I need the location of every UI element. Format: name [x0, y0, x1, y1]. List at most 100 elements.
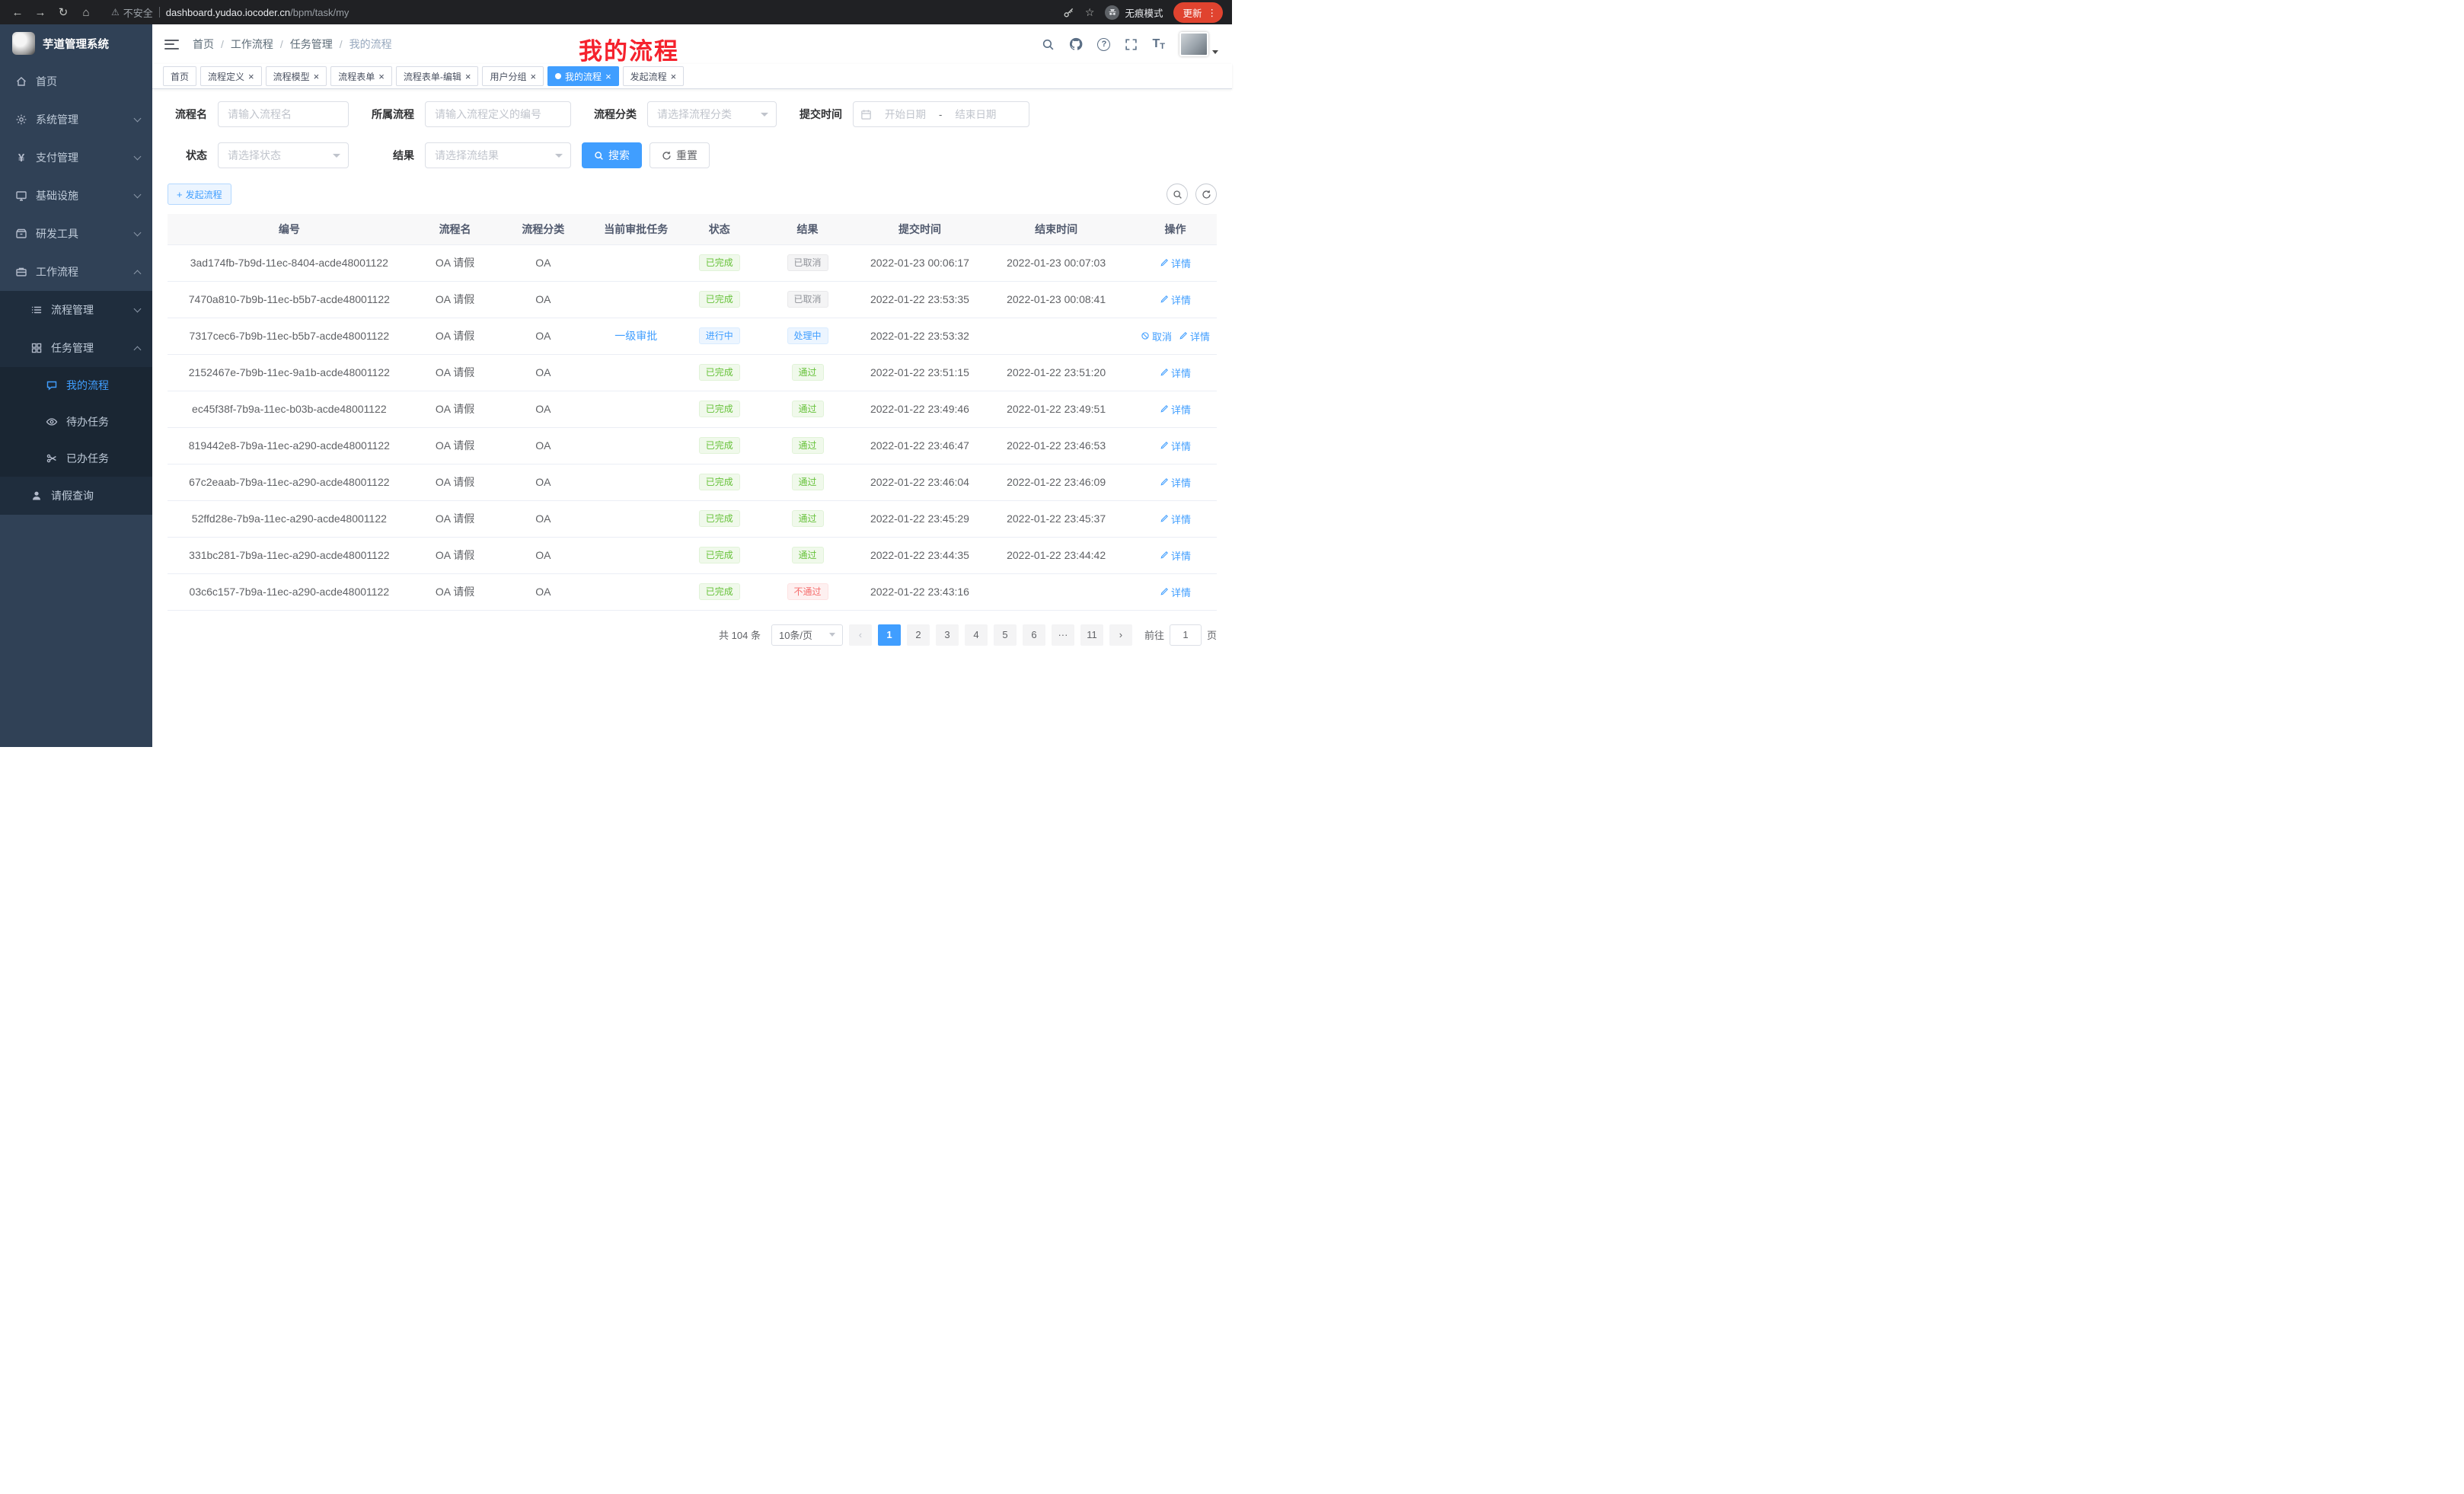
search-icon[interactable]	[1042, 38, 1055, 51]
prev-page-button[interactable]: ‹	[849, 624, 872, 646]
create-process-button[interactable]: + 发起流程	[168, 184, 231, 205]
detail-button[interactable]: 详情	[1160, 366, 1191, 380]
page-size-select[interactable]: 10条/页	[771, 624, 843, 646]
help-icon[interactable]: ?	[1097, 38, 1110, 51]
page-button-6[interactable]: 6	[1023, 624, 1045, 646]
tab-process-model[interactable]: 流程模型×	[266, 66, 327, 86]
detail-button[interactable]: 详情	[1160, 548, 1191, 563]
sidebar-item-devtools[interactable]: 研发工具	[0, 215, 152, 253]
close-icon[interactable]: ×	[605, 72, 611, 81]
tags-view-bar: 首页 流程定义× 流程模型× 流程表单× 流程表单-编辑× 用户分组× 我的流程…	[152, 64, 1232, 89]
sidebar-item-done-tasks[interactable]: 已办任务	[0, 440, 152, 477]
start-date-input[interactable]	[876, 109, 934, 120]
close-icon[interactable]: ×	[314, 72, 320, 81]
avatar	[1179, 32, 1208, 56]
tab-my-process-active[interactable]: 我的流程×	[547, 66, 619, 86]
sidebar-item-workflow[interactable]: 工作流程	[0, 253, 152, 291]
detail-button[interactable]: 详情	[1160, 585, 1191, 599]
goto-page-input[interactable]	[1170, 624, 1202, 646]
result-badge: 通过	[792, 364, 824, 381]
user-menu[interactable]	[1179, 32, 1218, 56]
page-button-1[interactable]: 1	[878, 624, 901, 646]
sidebar-item-payment[interactable]: ¥ 支付管理	[0, 139, 152, 177]
search-button[interactable]: 搜索	[582, 142, 642, 168]
bookmark-star-icon[interactable]: ☆	[1085, 6, 1095, 19]
browser-back-icon[interactable]: ←	[8, 2, 27, 22]
detail-button[interactable]: 详情	[1160, 292, 1191, 307]
sidebar-toggle-icon[interactable]	[164, 40, 179, 49]
close-icon[interactable]: ×	[378, 72, 385, 81]
breadcrumb: 首页 / 工作流程 / 任务管理 / 我的流程	[193, 37, 392, 52]
fullscreen-icon[interactable]	[1125, 38, 1138, 51]
sidebar-item-todo-tasks[interactable]: 待办任务	[0, 404, 152, 440]
detail-button[interactable]: 详情	[1160, 475, 1191, 490]
breadcrumb-separator: /	[221, 38, 224, 50]
browser-forward-icon[interactable]: →	[30, 2, 50, 22]
current-task-link[interactable]: 一级审批	[614, 330, 657, 342]
detail-button[interactable]: 详情	[1160, 512, 1191, 526]
end-date-input[interactable]	[946, 109, 1004, 120]
security-warning[interactable]: ⚠ 不安全	[111, 5, 153, 20]
next-page-button[interactable]: ›	[1109, 624, 1132, 646]
page-button-4[interactable]: 4	[965, 624, 988, 646]
page-annotation: 我的流程	[579, 32, 679, 66]
cancel-button[interactable]: 取消	[1141, 329, 1172, 343]
sidebar-item-system[interactable]: 系统管理	[0, 101, 152, 139]
breadcrumb-item[interactable]: 工作流程	[231, 37, 273, 52]
app-logo[interactable]: 芋道管理系统	[0, 24, 152, 62]
update-button[interactable]: 更新 ⋮	[1173, 2, 1223, 23]
result-badge: 通过	[792, 401, 824, 417]
page-button-5[interactable]: 5	[994, 624, 1017, 646]
breadcrumb-item[interactable]: 首页	[193, 37, 214, 52]
browser-home-icon[interactable]: ⌂	[76, 2, 96, 22]
tab-process-definition[interactable]: 流程定义×	[200, 66, 262, 86]
category-select-input[interactable]	[647, 101, 777, 127]
tab-process-form[interactable]: 流程表单×	[330, 66, 392, 86]
key-icon[interactable]	[1063, 7, 1074, 18]
close-icon[interactable]: ×	[671, 72, 677, 81]
address-bar[interactable]: ⚠ 不安全 dashboard.yudao.iocoder.cn/bpm/tas…	[99, 5, 1060, 20]
sidebar-item-home[interactable]: 首页	[0, 62, 152, 101]
detail-button[interactable]: 详情	[1179, 329, 1210, 343]
detail-button[interactable]: 详情	[1160, 402, 1191, 417]
sidebar-item-task-management[interactable]: 任务管理	[0, 329, 152, 367]
page-button-2[interactable]: 2	[907, 624, 930, 646]
plus-icon: +	[177, 189, 183, 200]
tab-initiate-process[interactable]: 发起流程×	[623, 66, 685, 86]
close-icon[interactable]: ×	[465, 72, 471, 81]
tab-user-group[interactable]: 用户分组×	[482, 66, 544, 86]
col-end-time: 结束时间	[978, 214, 1134, 244]
more-pages-button[interactable]: ···	[1052, 624, 1074, 646]
font-size-icon[interactable]: TT	[1152, 37, 1165, 51]
sidebar-item-my-process[interactable]: 我的流程	[0, 367, 152, 404]
github-icon[interactable]	[1069, 37, 1083, 51]
close-icon[interactable]: ×	[530, 72, 536, 81]
breadcrumb-item[interactable]: 任务管理	[290, 37, 333, 52]
incognito-icon	[1105, 5, 1119, 20]
parent-process-input[interactable]	[425, 101, 571, 127]
result-select	[425, 142, 571, 168]
app-title: 芋道管理系统	[43, 36, 109, 52]
page-url: dashboard.yudao.iocoder.cn/bpm/task/my	[166, 7, 349, 18]
result-select-input[interactable]	[425, 142, 571, 168]
date-range-picker[interactable]: -	[853, 101, 1029, 127]
status-select-input[interactable]	[218, 142, 349, 168]
browser-menu-icon[interactable]: ⋮	[1208, 7, 1218, 18]
detail-button[interactable]: 详情	[1160, 439, 1191, 453]
close-icon[interactable]: ×	[248, 72, 254, 81]
page-button-3[interactable]: 3	[936, 624, 959, 646]
process-name-input[interactable]	[218, 101, 349, 127]
tab-process-form-edit[interactable]: 流程表单-编辑×	[396, 66, 479, 86]
refresh-table-button[interactable]	[1195, 184, 1217, 205]
detail-button[interactable]: 详情	[1160, 256, 1191, 270]
result-badge: 不通过	[787, 583, 828, 600]
incognito-label: 无痕模式	[1125, 5, 1163, 20]
reset-button[interactable]: 重置	[650, 142, 710, 168]
browser-reload-icon[interactable]: ↻	[53, 2, 73, 22]
sidebar-item-leave-query[interactable]: 请假查询	[0, 477, 152, 515]
sidebar-item-infrastructure[interactable]: 基础设施	[0, 177, 152, 215]
toggle-search-button[interactable]	[1167, 184, 1188, 205]
sidebar-item-process-management[interactable]: 流程管理	[0, 291, 152, 329]
tab-home[interactable]: 首页	[163, 66, 196, 86]
page-button-11[interactable]: 11	[1080, 624, 1103, 646]
